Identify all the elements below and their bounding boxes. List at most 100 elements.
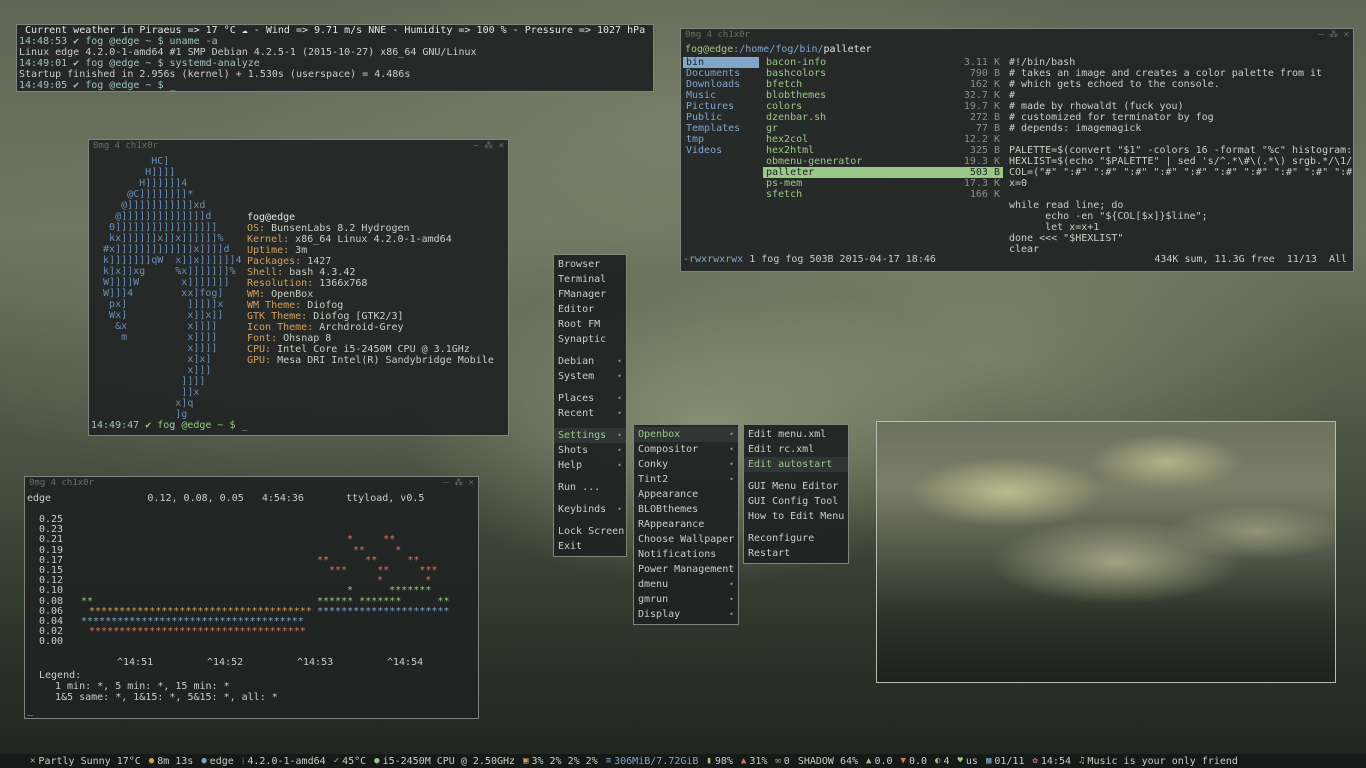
ranger-dir-item[interactable]: Pictures: [683, 101, 759, 112]
ranger-file-item[interactable]: bfetch 162 K: [763, 79, 1003, 90]
user-host: fog@edge: [247, 212, 296, 223]
openbox-root-menu[interactable]: Browser Terminal FManager Editor Root FM Syna…: [553, 254, 627, 557]
ranger-parent-column[interactable]: bin Documents Downloads Music Pictures Public…: [683, 57, 759, 156]
menu-item-help[interactable]: Help •: [554, 458, 626, 473]
menu-item-debian[interactable]: Debian •: [554, 354, 626, 369]
file-name: hex2html: [766, 145, 815, 156]
ranger-file-item[interactable]: obmenu-generator 19.3 K: [763, 156, 1003, 167]
menu-item-gui-config-tool[interactable]: GUI Config Tool: [744, 494, 848, 509]
weather-terminal-window[interactable]: Current weather in Piraeus => 17 °C ☁ - …: [16, 24, 654, 92]
menu-item-rappearance[interactable]: RAppearance: [634, 517, 738, 532]
menu-item-choose-wallpaper[interactable]: Choose Wallpaper: [634, 532, 738, 547]
menu-item-notifications[interactable]: Notifications: [634, 547, 738, 562]
status-segment: ≡ 306MiB/7.72GiB: [606, 756, 699, 767]
menu-item-label: Edit menu.xml: [748, 429, 827, 440]
menu-item-label: Choose Wallpaper: [638, 534, 735, 545]
ranger-file-item[interactable]: palleter 503 B: [763, 167, 1003, 178]
neofetch-prompt[interactable]: 14:49:47 ✔ fog @edge ~ $ _: [91, 420, 248, 431]
image-viewer-window[interactable]: [876, 421, 1336, 683]
menu-item-compositor[interactable]: Compositor •: [634, 442, 738, 457]
menu-item-edit-menu-xml[interactable]: Edit menu.xml: [744, 427, 848, 442]
ranger-terminal-window[interactable]: 0mg 4 ch1x0r – ⁂ × fog@edge:/home/fog/bi…: [680, 28, 1354, 272]
system-info: fog@edge OS: BunsenLabs 8.2 Hydrogen Kern…: [245, 212, 494, 366]
window-titlebar[interactable]: 0mg 4 ch1x0r – ⁂ ×: [25, 477, 478, 489]
ranger-dir-item[interactable]: Music: [683, 90, 759, 101]
menu-item-editor[interactable]: Editor: [554, 302, 626, 317]
window-titlebar[interactable]: 0mg 4 ch1x0r – ⁂ ×: [681, 29, 1353, 41]
submenu-arrow-icon: •: [729, 445, 734, 454]
ranger-dir-item[interactable]: tmp: [683, 134, 759, 145]
ranger-file-item[interactable]: ps-mem 17.3 K: [763, 178, 1003, 189]
menu-item-restart[interactable]: Restart: [744, 546, 848, 561]
window-controls[interactable]: – ⁂ ×: [473, 140, 504, 152]
window-controls[interactable]: – ⁂ ×: [443, 477, 474, 489]
settings-submenu[interactable]: Openbox • Compositor • Conky • Tint2 • Appearanc…: [633, 424, 739, 625]
neofetch-terminal-window[interactable]: 0mg 4 ch1x0r – ⁂ × HC] H]]]] H]]]]]]4 @C…: [88, 139, 509, 436]
menu-item-synaptic[interactable]: Synaptic: [554, 332, 626, 347]
menu-item-how-to-edit-menu[interactable]: How to Edit Menu: [744, 509, 848, 524]
status-text: 01/11: [994, 755, 1025, 767]
ranger-file-item[interactable]: hex2col 12.2 K: [763, 134, 1003, 145]
menu-item-run[interactable]: Run ...: [554, 480, 626, 495]
info-key: GTK Theme:: [247, 311, 308, 322]
preview-line: # made by rhowaldt (fuck you): [1009, 101, 1184, 112]
ranger-dir-item[interactable]: Documents: [683, 68, 759, 79]
ranger-dir-item[interactable]: bin: [683, 57, 759, 68]
current-prompt[interactable]: 14:49:05 ✔ fog @edge ~ $ _: [17, 80, 653, 91]
ranger-file-item[interactable]: bacon-info 3.11 K: [763, 57, 1003, 68]
menu-item-lock-screen[interactable]: Lock Screen: [554, 524, 626, 539]
status-text: 4: [943, 755, 950, 767]
info-row: Icon Theme: Archdroid-Grey: [245, 322, 494, 333]
ranger-file-item[interactable]: bashcolors 790 B: [763, 68, 1003, 79]
ranger-file-item[interactable]: colors 19.7 K: [763, 101, 1003, 112]
ranger-dir-item[interactable]: Videos: [683, 145, 759, 156]
terminal-cursor[interactable]: _: [27, 705, 33, 716]
ranger-file-item[interactable]: gr 77 B: [763, 123, 1003, 134]
menu-item-display[interactable]: Display •: [634, 607, 738, 622]
menu-item-browser[interactable]: Browser: [554, 257, 626, 272]
ranger-current-column[interactable]: bacon-info 3.11 K bashcolors 790 B bfetch 162…: [763, 57, 1003, 200]
openbox-submenu[interactable]: Edit menu.xml Edit rc.xml Edit autostart GU…: [743, 424, 849, 564]
menu-item-openbox[interactable]: Openbox •: [634, 427, 738, 442]
menu-item-tint2[interactable]: Tint2 •: [634, 472, 738, 487]
ranger-dir-item[interactable]: Downloads: [683, 79, 759, 90]
ranger-dir-item[interactable]: Templates: [683, 123, 759, 134]
menu-item-exit[interactable]: Exit: [554, 539, 626, 554]
menu-item-edit-rc-xml[interactable]: Edit rc.xml: [744, 442, 848, 457]
menu-item-gui-menu-editor[interactable]: GUI Menu Editor: [744, 479, 848, 494]
ttyload-terminal-window[interactable]: 0mg 4 ch1x0r – ⁂ × edge 0.12, 0.08, 0.05…: [24, 476, 479, 719]
file-size: 166 K: [969, 189, 1000, 200]
menu-item-appearance[interactable]: Appearance: [634, 487, 738, 502]
ranger-file-item[interactable]: hex2html 325 B: [763, 145, 1003, 156]
menu-item-places[interactable]: Places •: [554, 391, 626, 406]
menu-item-recent[interactable]: Recent •: [554, 406, 626, 421]
ttyload-legend: Legend: 1 min: *, 5 min: *, 15 min: * 1&…: [39, 670, 278, 703]
menu-item-label: Display: [638, 609, 681, 620]
menu-item-system[interactable]: System •: [554, 369, 626, 384]
ranger-dir-item[interactable]: Public: [683, 112, 759, 123]
menu-item-blobthemes[interactable]: BLOBthemes: [634, 502, 738, 517]
menu-item-edit-autostart[interactable]: Edit autostart: [744, 457, 848, 472]
menu-item-keybinds[interactable]: Keybinds •: [554, 502, 626, 517]
menu-item-fmanager[interactable]: FManager: [554, 287, 626, 302]
window-controls[interactable]: – ⁂ ×: [1318, 29, 1349, 41]
menu-item-terminal[interactable]: Terminal: [554, 272, 626, 287]
ranger-file-item[interactable]: blobthemes 32.7 K: [763, 90, 1003, 101]
ranger-file-item[interactable]: sfetch 166 K: [763, 189, 1003, 200]
info-row: OS: BunsenLabs 8.2 Hydrogen: [245, 223, 494, 234]
menu-item-shots[interactable]: Shots •: [554, 443, 626, 458]
menu-item-power-management[interactable]: Power Management: [634, 562, 738, 577]
window-titlebar[interactable]: 0mg 4 ch1x0r – ⁂ ×: [89, 140, 508, 152]
file-size: 325 B: [969, 145, 1000, 156]
status-text: edge: [209, 755, 234, 767]
ranger-file-item[interactable]: dzenbar.sh 272 B: [763, 112, 1003, 123]
menu-item-conky[interactable]: Conky •: [634, 457, 738, 472]
preview-line: while read line; do: [1009, 200, 1124, 211]
menu-item-gmrun[interactable]: gmrun •: [634, 592, 738, 607]
menu-item-reconfigure[interactable]: Reconfigure: [744, 531, 848, 546]
menu-item-dmenu[interactable]: dmenu •: [634, 577, 738, 592]
menu-item-settings[interactable]: Settings •: [554, 428, 626, 443]
info-key: Icon Theme:: [247, 322, 314, 333]
status-icon: ▮: [706, 756, 712, 766]
menu-item-root-fm[interactable]: Root FM: [554, 317, 626, 332]
